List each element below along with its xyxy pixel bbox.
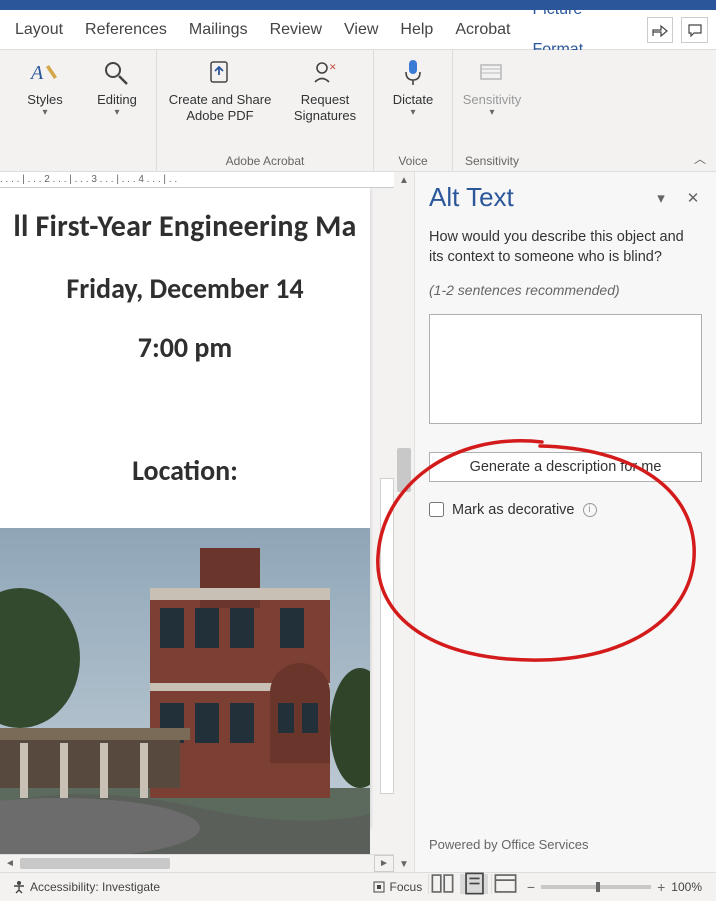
ribbon: A Styles ▾ Editing ▾ Create and Share Ad…: [0, 50, 716, 172]
scroll-right-icon[interactable]: ►: [374, 855, 394, 872]
zoom-in-button[interactable]: +: [657, 879, 665, 895]
adobe-group-label: Adobe Acrobat: [226, 151, 305, 171]
info-icon[interactable]: i: [583, 503, 597, 517]
close-icon[interactable]: ✕: [684, 189, 702, 207]
h-scroll-thumb[interactable]: [20, 858, 170, 869]
editing-label: Editing: [97, 90, 137, 108]
mark-decorative-checkbox[interactable]: [429, 502, 444, 517]
zoom-slider-thumb[interactable]: [596, 882, 600, 892]
panel-menu-icon[interactable]: ▾: [652, 189, 670, 207]
scroll-down-icon[interactable]: ▼: [394, 856, 414, 872]
generate-description-button[interactable]: Generate a description for me: [429, 452, 702, 482]
alt-text-panel: Alt Text ▾ ✕ How would you describe this…: [414, 172, 716, 872]
alt-text-input[interactable]: [429, 314, 702, 424]
print-layout-button[interactable]: [460, 874, 488, 894]
horizontal-scrollbar[interactable]: ◄ ►: [0, 854, 394, 872]
document-image[interactable]: [0, 528, 370, 854]
svg-text:✕: ✕: [329, 62, 337, 72]
tab-acrobat[interactable]: Acrobat: [444, 10, 521, 50]
group-label: [79, 151, 82, 171]
sensitivity-label: Sensitivity: [463, 90, 522, 108]
ribbon-tabs: Layout References Mailings Review View H…: [0, 10, 716, 50]
request-sig-label: Request Signatures: [294, 90, 356, 125]
read-mode-icon: [429, 870, 456, 897]
horizontal-ruler[interactable]: . . . . | . . . 2 . . . | . . . 3 . . . …: [0, 172, 394, 188]
chevron-down-icon: ▾: [410, 108, 415, 118]
tab-help[interactable]: Help: [389, 10, 444, 50]
tab-mailings[interactable]: Mailings: [178, 10, 259, 50]
pdf-share-icon: [203, 56, 237, 90]
next-page-edge: [380, 478, 394, 794]
chevron-down-icon: ▾: [42, 108, 47, 118]
scroll-left-icon[interactable]: ◄: [0, 855, 20, 872]
styles-label: Styles: [27, 90, 62, 108]
dictate-button[interactable]: Dictate ▾: [382, 56, 444, 118]
panel-hint: (1-2 sentences recommended): [429, 282, 702, 298]
tab-view[interactable]: View: [333, 10, 389, 50]
comments-icon[interactable]: [681, 17, 708, 43]
tab-references[interactable]: References: [74, 10, 178, 50]
microphone-icon: [396, 56, 430, 90]
create-share-label: Create and Share Adobe PDF: [169, 90, 272, 125]
powered-by-label: Powered by Office Services: [429, 837, 702, 862]
document-page[interactable]: ll First-Year Engineering Ma Friday, Dec…: [0, 188, 370, 828]
panel-description: How would you describe this object and i…: [429, 227, 702, 268]
doc-location-line: Location:: [0, 453, 370, 488]
zoom-out-button[interactable]: −: [527, 879, 535, 895]
ruler-ticks: . . . . | . . . 2 . . . | . . . 3 . . . …: [0, 174, 177, 185]
accessibility-label: Accessibility: Investigate: [30, 880, 160, 894]
web-layout-icon: [492, 870, 519, 897]
styles-button[interactable]: A Styles ▾: [14, 56, 76, 118]
scroll-up-icon[interactable]: ▲: [394, 172, 414, 188]
doc-date-line: Friday, December 14: [0, 271, 370, 306]
document-area: . . . . | . . . 2 . . . | . . . 3 . . . …: [0, 172, 394, 872]
doc-title-line: ll First-Year Engineering Ma: [0, 208, 370, 245]
signature-icon: ✕: [308, 56, 342, 90]
dictate-label: Dictate: [393, 90, 433, 108]
create-share-pdf-button[interactable]: Create and Share Adobe PDF: [165, 56, 275, 125]
zoom-control: − + 100%: [519, 879, 710, 895]
focus-icon: [372, 880, 386, 894]
collapse-ribbon-icon[interactable]: ︿: [694, 150, 706, 167]
vertical-scrollbar[interactable]: ▲ ▼: [394, 172, 414, 872]
focus-label: Focus: [390, 880, 423, 894]
read-mode-button[interactable]: [428, 874, 456, 894]
panel-title: Alt Text: [429, 182, 638, 213]
print-layout-icon: [461, 870, 488, 897]
editing-icon: [100, 56, 134, 90]
tab-layout[interactable]: Layout: [4, 10, 74, 50]
accessibility-icon: [12, 880, 26, 894]
share-icon[interactable]: [647, 17, 674, 43]
styles-icon: A: [28, 56, 62, 90]
sensitivity-button[interactable]: Sensitivity ▾: [461, 56, 523, 118]
voice-group-label: Voice: [398, 151, 427, 171]
svg-text:A: A: [29, 62, 44, 84]
v-scroll-track[interactable]: [394, 188, 414, 856]
accessibility-status[interactable]: Accessibility: Investigate: [6, 880, 166, 894]
request-signatures-button[interactable]: ✕ Request Signatures: [285, 56, 365, 125]
chevron-down-icon: ▾: [489, 108, 494, 118]
status-bar: Accessibility: Investigate Focus − + 100…: [0, 872, 716, 901]
editing-button[interactable]: Editing ▾: [86, 56, 148, 118]
doc-time-line: 7:00 pm: [0, 330, 370, 365]
v-scroll-thumb[interactable]: [397, 448, 411, 492]
tab-review[interactable]: Review: [259, 10, 333, 50]
sensitivity-icon: [475, 56, 509, 90]
mark-decorative-label: Mark as decorative: [452, 502, 575, 518]
zoom-level[interactable]: 100%: [671, 880, 702, 894]
zoom-slider[interactable]: [541, 885, 651, 889]
h-scroll-track[interactable]: [20, 855, 374, 872]
sensitivity-group-label: Sensitivity: [465, 151, 519, 171]
view-buttons: [428, 874, 519, 901]
chevron-down-icon: ▾: [114, 108, 119, 118]
focus-mode-button[interactable]: Focus: [366, 880, 429, 894]
web-layout-button[interactable]: [491, 874, 519, 894]
